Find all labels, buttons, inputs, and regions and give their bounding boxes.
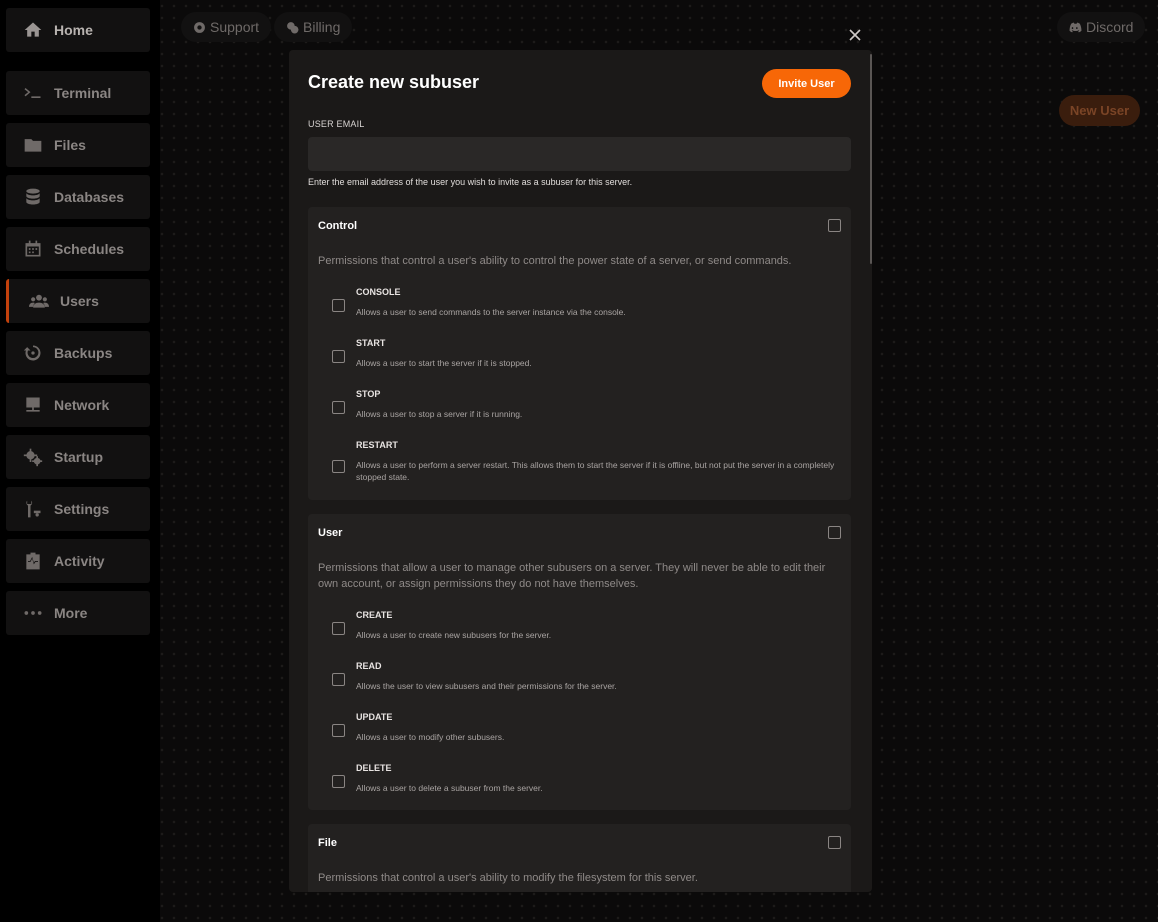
sidebar-item-databases[interactable]: Databases xyxy=(6,175,150,219)
discord-label: Discord xyxy=(1086,19,1134,35)
group-title: File xyxy=(318,837,337,849)
create-subuser-modal: Create new subuser Invite User USER EMAI… xyxy=(289,50,872,892)
sidebar-item-label: Home xyxy=(54,22,93,38)
permission-checkbox[interactable] xyxy=(332,460,345,473)
sidebar-item-network[interactable]: Network xyxy=(6,383,150,427)
permission-description: Allows a user to stop a server if it is … xyxy=(356,409,523,419)
sidebar-item-label: More xyxy=(54,605,88,621)
billing-label: Billing xyxy=(303,19,341,35)
wrench-icon xyxy=(22,498,44,520)
invite-user-button[interactable]: Invite User xyxy=(762,69,851,98)
sidebar-item-home[interactable]: Home xyxy=(6,8,150,52)
terminal-icon xyxy=(22,82,44,104)
sidebar-item-label: Files xyxy=(54,137,86,153)
sidebar-item-label: Backups xyxy=(54,345,113,361)
permission-checkbox[interactable] xyxy=(332,299,345,312)
close-icon[interactable] xyxy=(846,26,864,44)
calendar-icon xyxy=(22,238,44,260)
billing-link[interactable]: Billing xyxy=(274,12,353,42)
sidebar-item-label: Settings xyxy=(54,501,110,517)
sidebar: Home Terminal Files Databases Schedules … xyxy=(0,0,160,922)
permission-description: Allows the user to view subusers and the… xyxy=(356,681,617,691)
users-icon xyxy=(28,290,50,312)
sidebar-item-label: Schedules xyxy=(54,241,125,257)
permission-name: STOP xyxy=(356,389,381,399)
permission-group-user: User Permissions that allow a user to ma… xyxy=(308,514,851,810)
folder-icon xyxy=(22,134,44,156)
sidebar-item-activity[interactable]: Activity xyxy=(6,539,150,583)
group-select-all-checkbox[interactable] xyxy=(828,836,841,849)
permission-checkbox[interactable] xyxy=(332,775,345,788)
discord-icon xyxy=(1069,22,1082,32)
email-field[interactable] xyxy=(308,137,851,171)
group-title: Control xyxy=(318,220,358,232)
sidebar-item-label: Startup xyxy=(54,449,103,465)
permission-name: CONSOLE xyxy=(356,287,401,297)
support-link[interactable]: Support xyxy=(181,12,272,42)
permission-description: Allows a user to perform a server restar… xyxy=(356,460,835,482)
sidebar-item-backups[interactable]: Backups xyxy=(6,331,150,375)
sidebar-item-more[interactable]: More xyxy=(6,591,150,635)
gears-icon xyxy=(22,446,44,468)
group-title: User xyxy=(318,527,343,539)
sidebar-item-users[interactable]: Users xyxy=(6,279,150,323)
permission-name: RESTART xyxy=(356,440,398,450)
sidebar-item-schedules[interactable]: Schedules xyxy=(6,227,150,271)
sidebar-item-label: Activity xyxy=(54,553,105,569)
home-icon xyxy=(22,19,44,41)
permission-checkbox[interactable] xyxy=(332,401,345,414)
database-icon xyxy=(22,186,44,208)
sidebar-item-label: Databases xyxy=(54,189,125,205)
modal-title: Create new subuser xyxy=(308,72,480,92)
sidebar-item-terminal[interactable]: Terminal xyxy=(6,71,150,115)
permission-name: READ xyxy=(356,661,382,671)
email-help-text: Enter the email address of the user you … xyxy=(308,177,633,187)
backup-icon xyxy=(22,342,44,364)
lifebuoy-icon xyxy=(194,21,205,33)
permission-name: CREATE xyxy=(356,610,393,620)
support-label: Support xyxy=(210,19,260,35)
group-description: Permissions that control a user's abilit… xyxy=(318,255,792,267)
sidebar-item-label: Network xyxy=(54,397,110,413)
permission-name: UPDATE xyxy=(356,712,393,722)
permission-group-control: Control Permissions that control a user'… xyxy=(308,207,851,500)
network-icon xyxy=(22,394,44,416)
permission-checkbox[interactable] xyxy=(332,673,345,686)
sidebar-item-startup[interactable]: Startup xyxy=(6,435,150,479)
permission-description: Allows a user to create new subusers for… xyxy=(356,630,552,640)
sidebar-item-label: Terminal xyxy=(54,85,112,101)
permission-description: Allows a user to delete a subuser from t… xyxy=(356,783,543,793)
permission-description: Allows a user to modify other subusers. xyxy=(356,732,505,742)
clipboard-icon xyxy=(22,550,44,572)
new-user-button[interactable]: New User xyxy=(1059,95,1140,126)
permission-description: Allows a user to send commands to the se… xyxy=(356,307,626,317)
sidebar-item-settings[interactable]: Settings xyxy=(6,487,150,531)
sidebar-item-files[interactable]: Files xyxy=(6,123,150,167)
sidebar-item-label: Users xyxy=(60,293,99,309)
more-icon xyxy=(22,602,44,624)
coins-icon xyxy=(287,21,299,33)
permission-group-file: File Permissions that control a user's a… xyxy=(308,824,851,892)
group-select-all-checkbox[interactable] xyxy=(828,526,841,539)
email-label: USER EMAIL xyxy=(308,119,365,129)
modal-scrollbar[interactable] xyxy=(870,54,872,264)
group-description: Permissions that control a user's abilit… xyxy=(318,872,698,884)
group-description: Permissions that allow a user to manage … xyxy=(318,562,826,590)
permission-checkbox[interactable] xyxy=(332,350,345,363)
permission-checkbox[interactable] xyxy=(332,622,345,635)
discord-link[interactable]: Discord xyxy=(1057,12,1146,42)
permission-checkbox[interactable] xyxy=(332,724,345,737)
permission-name: DELETE xyxy=(356,763,392,773)
permission-description: Allows a user to start the server if it … xyxy=(356,358,532,368)
group-select-all-checkbox[interactable] xyxy=(828,219,841,232)
permission-name: START xyxy=(356,338,386,348)
